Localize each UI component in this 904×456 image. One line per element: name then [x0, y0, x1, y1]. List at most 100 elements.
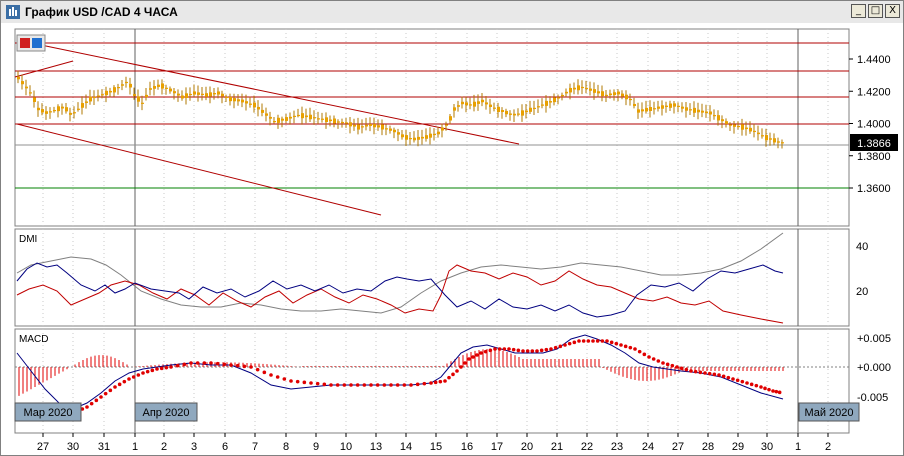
signal-dot	[249, 365, 253, 369]
candle-body	[149, 88, 152, 90]
signal-dot	[754, 383, 759, 388]
time-tick-label: 2	[825, 441, 831, 453]
time-tick-label: 8	[283, 441, 289, 453]
candle-body	[489, 104, 492, 107]
candle-body	[113, 87, 116, 93]
candle-body	[697, 109, 700, 113]
chart-canvas[interactable]: 1.4400 1.4200 1.4000 1.3800 1.3600 1.3866 DM…	[1, 23, 903, 455]
signal-dot	[182, 362, 187, 367]
blue-square-icon[interactable]	[32, 38, 42, 48]
signal-dot	[222, 362, 227, 367]
signal-dot	[525, 349, 530, 353]
signal-dot	[679, 366, 684, 371]
candle-body	[585, 87, 588, 90]
candle-body	[533, 107, 536, 110]
candle-body	[145, 94, 148, 98]
signal-dot	[108, 388, 113, 393]
candle-body	[301, 113, 304, 119]
signal-dot	[295, 379, 300, 384]
time-tick-label: 7	[252, 441, 258, 453]
signal-dot	[600, 339, 605, 343]
signal-dot	[375, 383, 380, 387]
candle-body	[333, 118, 336, 124]
macd-tick: +0.005	[857, 333, 891, 345]
signal-dot	[675, 365, 679, 369]
red-square-icon[interactable]	[20, 38, 30, 48]
candle-body	[545, 100, 548, 106]
candle-body	[577, 85, 580, 91]
title-bar[interactable]: График USD /CAD 4 ЧАСА _ □ X	[1, 1, 903, 24]
candle-body	[701, 110, 704, 113]
signal-dot	[369, 383, 373, 387]
time-tick-label: 1	[795, 441, 801, 453]
signal-dot	[749, 382, 754, 387]
time-tick-label: 14	[400, 441, 412, 453]
dmi-tick: 20	[856, 286, 868, 298]
candle-body	[221, 93, 224, 97]
signal-dot	[661, 361, 665, 365]
signal-dot	[215, 361, 220, 366]
candle-body	[57, 106, 60, 112]
signal-dot	[89, 401, 94, 406]
candle-body	[93, 96, 96, 99]
candle-body	[641, 109, 644, 112]
signal-dot	[740, 379, 745, 384]
time-tick-label: 29	[732, 441, 744, 453]
candle-body	[749, 127, 752, 132]
signal-dot	[726, 375, 731, 380]
minimize-button[interactable]: _	[851, 4, 866, 18]
candle-body	[505, 110, 508, 115]
close-button[interactable]: X	[885, 4, 900, 18]
candle-body	[53, 109, 56, 112]
signal-dot	[275, 375, 280, 379]
signal-dot	[479, 351, 483, 355]
maximize-button[interactable]: □	[868, 4, 883, 18]
signal-dot	[712, 372, 717, 377]
signal-dot	[229, 363, 233, 367]
signal-dot	[164, 365, 169, 370]
signal-dot	[684, 367, 689, 372]
candle-body	[465, 102, 468, 106]
candle-body	[677, 105, 680, 107]
signal-dot	[614, 341, 619, 346]
time-tick-label: 10	[340, 441, 352, 453]
signal-dot	[175, 363, 180, 368]
signal-dot	[447, 375, 451, 380]
chart-window-icon	[6, 5, 20, 19]
candle-body	[617, 91, 620, 95]
signal-dot	[516, 348, 521, 353]
candle-body	[733, 124, 736, 127]
signal-dot	[619, 343, 623, 347]
candle-body	[481, 99, 484, 103]
signal-dot	[558, 344, 563, 349]
candle-body	[193, 91, 196, 95]
candle-body	[777, 141, 780, 143]
signal-dot	[656, 359, 661, 363]
candle-body	[241, 99, 244, 103]
signal-dot	[415, 382, 420, 387]
signal-dot	[389, 383, 393, 387]
signal-dot	[467, 357, 471, 361]
candle-body	[453, 107, 456, 111]
candle-body	[157, 84, 160, 87]
signal-dot	[255, 367, 260, 372]
signal-dot	[767, 387, 771, 392]
period-label-may: Май 2020	[798, 402, 860, 422]
candle-body	[49, 111, 52, 113]
signal-dot	[122, 379, 127, 384]
candle-body	[329, 119, 332, 122]
signal-dot	[355, 383, 360, 387]
signal-dot	[159, 366, 164, 371]
signal-dot	[150, 368, 155, 373]
candle-body	[485, 102, 488, 105]
signal-dot	[633, 347, 637, 351]
candle-body	[593, 89, 596, 93]
signal-dot	[488, 348, 493, 353]
signal-dot	[117, 382, 122, 387]
signal-dot	[342, 383, 347, 387]
signal-dot	[429, 381, 433, 385]
color-toggle-buttons[interactable]	[16, 34, 46, 52]
candle-body	[501, 110, 504, 112]
signal-dot	[315, 381, 320, 386]
candle-body	[681, 106, 684, 109]
